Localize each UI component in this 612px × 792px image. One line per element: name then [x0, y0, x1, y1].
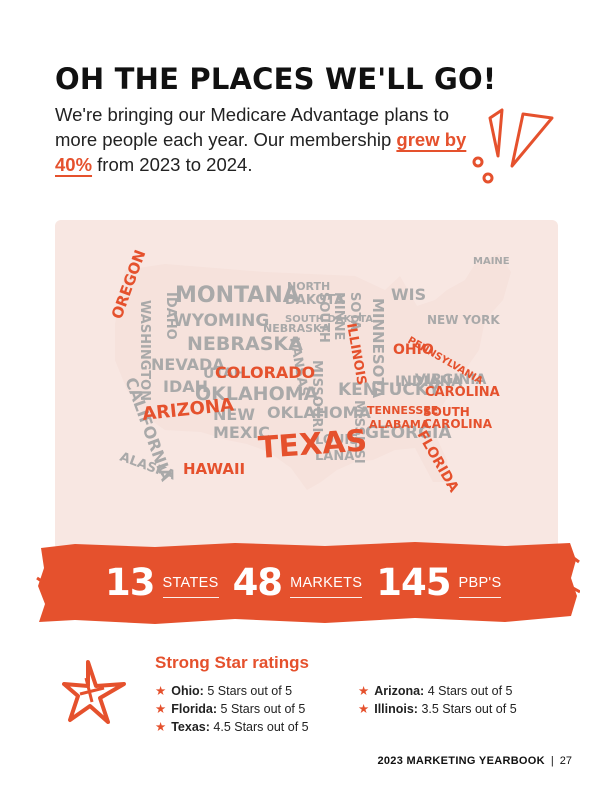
svg-text:WYOMING: WYOMING: [173, 311, 269, 331]
star-doodle-icon: [62, 660, 126, 724]
svg-text:HAWAII: HAWAII: [183, 460, 245, 478]
svg-text:ALABAMA: ALABAMA: [369, 418, 430, 431]
pbp-label: PBP'S: [458, 575, 502, 598]
ratings-list-right: ★ Arizona: 4 Stars out of 5 ★ Illinois: 3.…: [358, 682, 517, 718]
page-title: OH THE PLACES WE'LL GO!: [55, 62, 497, 96]
ratings-list-left: ★ Ohio: 5 Stars out of 5 ★ Florida: 5 Star…: [155, 682, 309, 736]
rating-value: 5 Stars out of 5: [207, 684, 293, 698]
svg-text:CAROLINA: CAROLINA: [423, 417, 493, 431]
svg-text:MAINE: MAINE: [473, 256, 510, 267]
rating-value: 4 Stars out of 5: [427, 684, 513, 698]
us-map-illustration: MONTANA NORTH DAKOTA WYOMING NEBRASKA SO…: [108, 247, 511, 495]
intro-text-end: from 2023 to 2024.: [92, 154, 253, 175]
svg-text:CAROLINA: CAROLINA: [425, 385, 500, 400]
rating-value: 3.5 Stars out of 5: [421, 702, 517, 716]
markets-label: MARKETS: [290, 575, 363, 598]
svg-text:WASHINGTON: WASHINGTON: [137, 300, 152, 401]
svg-text:MINNE: MINNE: [331, 292, 346, 340]
svg-text:WIS: WIS: [391, 285, 426, 304]
pbp-count: 145: [376, 560, 451, 604]
ratings-title: Strong Star ratings: [155, 653, 309, 672]
rating-state: Florida:: [171, 702, 218, 716]
states-label: STATES: [162, 575, 219, 598]
rating-item: ★ Arizona: 4 Stars out of 5: [358, 682, 517, 700]
markets-count: 48: [232, 560, 283, 604]
footer-brand: 2023 MARKETING YEARBOOK: [377, 755, 545, 767]
star-bullet-icon: ★: [155, 720, 167, 734]
rating-value: 4.5 Stars out of 5: [213, 720, 309, 734]
intro-text-start: We're bringing our Medicare Advantage pl…: [55, 104, 449, 150]
star-bullet-icon: ★: [155, 684, 167, 698]
rating-state: Illinois:: [374, 702, 418, 716]
svg-text:MONTANA: MONTANA: [175, 283, 300, 308]
rating-state: Arizona:: [374, 684, 425, 698]
svg-text:COLORADO: COLORADO: [215, 363, 315, 382]
intro-paragraph: We're bringing our Medicare Advantage pl…: [55, 102, 485, 177]
rating-item: ★ Florida: 5 Stars out of 5: [155, 700, 309, 718]
rating-item: ★ Texas: 4.5 Stars out of 5: [155, 718, 309, 736]
svg-text:NEBRASKA: NEBRASKA: [187, 333, 303, 355]
rating-state: Ohio:: [171, 684, 204, 698]
states-count: 13: [105, 560, 155, 604]
stats-row: 13 STATES 48 MARKETS 145 PBP'S: [105, 560, 515, 604]
page-number: 27: [559, 755, 572, 767]
star-bullet-icon: ★: [358, 702, 370, 716]
star-bullet-icon: ★: [358, 684, 370, 698]
rating-value: 5 Stars out of 5: [220, 702, 306, 716]
page-footer: 2023 MARKETING YEARBOOK | 27: [377, 755, 572, 767]
exclamation-doodle-icon: [472, 108, 554, 184]
svg-text:IDAH: IDAH: [163, 377, 208, 396]
rating-item: ★ Ohio: 5 Stars out of 5: [155, 682, 309, 700]
star-bullet-icon: ★: [155, 702, 167, 716]
rating-item: ★ Illinois: 3.5 Stars out of 5: [358, 700, 517, 718]
footer-separator: |: [550, 755, 554, 767]
svg-text:IDAHO: IDAHO: [163, 292, 178, 340]
rating-state: Texas:: [171, 720, 210, 734]
svg-text:SOUTH: SOUTH: [316, 292, 331, 343]
svg-text:NEW YORK: NEW YORK: [427, 313, 500, 327]
